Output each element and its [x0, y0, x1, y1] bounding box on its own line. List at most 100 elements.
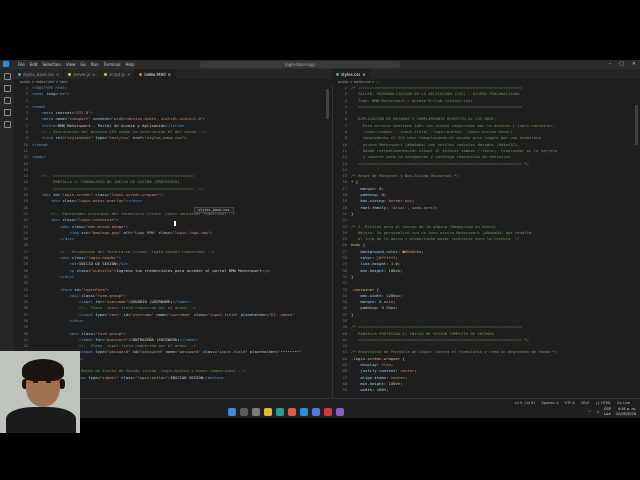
- menu-item[interactable]: View: [66, 62, 76, 67]
- editor-tab[interactable]: styles.css ×: [332, 69, 370, 79]
- code-token: center: [390, 374, 405, 380]
- code-token: </title>: [165, 122, 185, 128]
- scrollbar-thumb[interactable]: [326, 89, 329, 119]
- command-center-search[interactable]: login-base-app: [200, 61, 400, 68]
- status-item[interactable]: {} HTML: [596, 401, 611, 405]
- source-control-icon[interactable]: [3, 97, 11, 104]
- tab-close-icon[interactable]: ×: [362, 72, 365, 77]
- code-token: "login-button": [135, 374, 168, 380]
- code-token: 100%: [376, 387, 387, 393]
- menu-item[interactable]: Terminal: [104, 62, 121, 67]
- chrome-taskbar-icon[interactable]: [288, 408, 296, 416]
- search-icon[interactable]: [3, 85, 11, 92]
- code-token: {: [376, 286, 380, 292]
- extensions-icon[interactable]: [3, 121, 11, 128]
- desktop-screen: File Edit Selection View Go Run Terminal Help l…: [0, 60, 640, 418]
- editor-tab[interactable]: styles_base.css ×: [14, 69, 65, 79]
- code-token: ========================================…: [53, 185, 204, 191]
- tab-close-icon[interactable]: ×: [127, 72, 130, 77]
- start-taskbar-icon[interactable]: [228, 408, 236, 416]
- wifi-icon[interactable]: ◠: [588, 410, 591, 414]
- tab-close-icon[interactable]: ×: [56, 72, 59, 77]
- editor-tab[interactable]: server.js ×: [64, 69, 101, 79]
- code-token: class: [193, 311, 206, 317]
- system-tray: ◠ ◁ ESP LAA 4:41 p. m. 22/05/2026: [588, 407, 636, 416]
- editor-left-scrollbar[interactable]: [325, 85, 330, 407]
- language-indicator[interactable]: ESP LAA: [604, 407, 611, 416]
- code-token: "password": [104, 336, 129, 342]
- code-token: </div>: [60, 273, 75, 279]
- code-token: <!DOCTYPE html>: [32, 85, 68, 90]
- code-token: ;: [395, 305, 398, 311]
- code-token: "text/css": [106, 135, 133, 141]
- editor-tabs-left: styles_base.css × server.js × script.js × inde…: [14, 69, 332, 79]
- tab-close-icon[interactable]: ×: [168, 72, 171, 77]
- tab-label: styles_base.css: [23, 71, 54, 77]
- code-text: }: [351, 211, 353, 217]
- code-token: "stylesheet": [64, 135, 96, 141]
- code-text: </div>: [32, 236, 74, 242]
- menu-item[interactable]: Go: [80, 62, 86, 67]
- code-token: </label>: [172, 299, 192, 305]
- volume-icon[interactable]: ◁: [596, 410, 599, 414]
- status-item[interactable]: Ln 9, Col 61: [515, 401, 536, 405]
- clock-date: 22/05/2026: [615, 411, 636, 416]
- edge-taskbar-icon[interactable]: [276, 408, 284, 416]
- close-icon[interactable]: ✕: [632, 61, 636, 67]
- clock[interactable]: 4:41 p. m. 22/05/2026: [616, 407, 636, 416]
- code-token: <div: [60, 255, 72, 261]
- taskview-taskbar-icon[interactable]: [252, 408, 260, 416]
- run-debug-icon[interactable]: [3, 109, 11, 116]
- scrollbar-thumb[interactable]: [635, 105, 638, 145]
- code-token: {: [362, 242, 366, 248]
- status-item[interactable]: CRLF: [581, 401, 590, 405]
- menu-item[interactable]: Edit: [30, 62, 38, 67]
- code-token: ;: [386, 387, 389, 393]
- code-line[interactable]: 49 width: 100%;: [333, 387, 634, 393]
- status-item[interactable]: UTF-8: [565, 401, 575, 405]
- language-layout-label: LAA: [603, 411, 611, 416]
- code-token: ;: [393, 299, 396, 305]
- status-item[interactable]: Spaces: 4: [542, 401, 559, 405]
- code-text: <div class="login-decor-overlay"></div>: [32, 198, 142, 204]
- menu-item[interactable]: Run: [91, 62, 99, 67]
- code-token: flex: [381, 362, 391, 368]
- tab-close-icon[interactable]: ×: [92, 72, 95, 77]
- code-token: type: [95, 311, 105, 317]
- app-purple-taskbar-icon[interactable]: [336, 408, 344, 416]
- code-token: ========================================…: [351, 336, 530, 342]
- menu-item[interactable]: Selection: [42, 62, 60, 67]
- app-red-taskbar-icon[interactable]: [324, 408, 332, 416]
- status-item[interactable]: Go Live: [617, 401, 630, 405]
- vscode-taskbar-icon[interactable]: [300, 408, 308, 416]
- explorer-taskbar-icon[interactable]: [264, 408, 272, 416]
- code-token: <form: [60, 286, 75, 292]
- minimize-icon[interactable]: –: [609, 61, 612, 67]
- vscode-logo-icon: [3, 61, 9, 67]
- menu-item[interactable]: File: [18, 62, 25, 67]
- store-taskbar-icon[interactable]: [312, 408, 320, 416]
- menu-item[interactable]: Help: [126, 62, 135, 67]
- editor-right-scrollbar[interactable]: [634, 85, 639, 407]
- code-token: padding: [360, 305, 377, 311]
- editor-tab[interactable]: index.html ×: [135, 69, 177, 79]
- editor-styles-css[interactable]: 1/* ====================================…: [332, 85, 634, 407]
- search-taskbar-icon[interactable]: [240, 408, 248, 416]
- editor-tab[interactable]: script.js ×: [100, 69, 136, 79]
- code-token: background-color: [360, 248, 398, 254]
- explorer-icon[interactable]: [3, 73, 11, 80]
- maximize-icon[interactable]: □: [619, 61, 624, 67]
- code-text: el lujo de la marca y proporciona mayor …: [351, 236, 520, 242]
- code-token: class: [203, 349, 215, 355]
- code-token: >: [184, 135, 187, 141]
